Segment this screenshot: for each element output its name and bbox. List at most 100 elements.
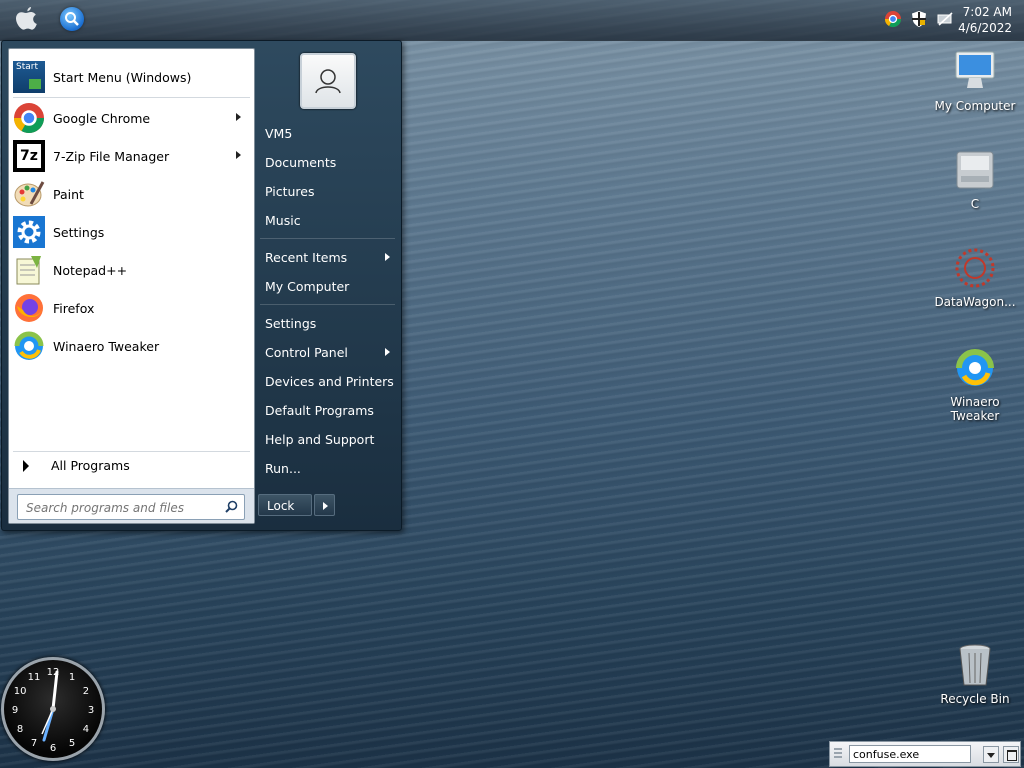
computer-icon <box>955 51 995 88</box>
analog-clock-face: 1110987 6 5432112 <box>12 667 94 754</box>
recycle-bin-icon <box>959 644 991 686</box>
winaero-icon <box>956 349 994 386</box>
menu-item-label: Notepad++ <box>53 262 128 278</box>
start-menu-programs-pane: Start Start Menu (Windows) Google Chrome… <box>8 48 255 524</box>
menu-user-folder[interactable]: VM5 <box>265 126 292 141</box>
all-programs-button[interactable]: All Programs <box>23 458 130 473</box>
menu-item-label: Start Menu (Windows) <box>53 69 192 85</box>
menu-control-panel-label: Control Panel <box>265 345 348 360</box>
menu-item-label: 7-Zip File Manager <box>53 148 170 164</box>
winaero-icon <box>14 331 44 360</box>
menu-my-computer[interactable]: My Computer <box>265 279 349 294</box>
security-shield-icon[interactable] <box>910 10 928 28</box>
search-box[interactable] <box>17 494 245 520</box>
menu-item-label: Winaero Tweaker <box>53 338 160 354</box>
desktop-icon-my-computer[interactable]: My Computer <box>933 50 1017 113</box>
user-avatar[interactable] <box>300 53 356 109</box>
clock-number: 2 <box>83 686 89 697</box>
maximize-icon[interactable] <box>1003 746 1019 763</box>
menu-item-settings[interactable]: Settings <box>13 214 249 250</box>
apple-icon[interactable] <box>13 6 39 34</box>
menu-documents[interactable]: Documents <box>265 155 336 170</box>
menu-run[interactable]: Run... <box>265 461 301 476</box>
menu-item-label: Paint <box>53 186 84 202</box>
clock-text[interactable]: 7:02 AM 4/6/2022 <box>958 4 1012 36</box>
shutdown-options-button[interactable] <box>314 494 335 516</box>
start-menu-icon-text: Start <box>16 62 38 72</box>
menu-help-support[interactable]: Help and Support <box>265 432 374 447</box>
top-menu-bar: 7:02 AM 4/6/2022 <box>0 0 1024 41</box>
user-icon <box>315 69 341 94</box>
chrome-icon <box>13 103 45 134</box>
menu-item-paint[interactable]: Paint <box>13 176 249 212</box>
menu-item-start-menu-windows[interactable]: Start Start Menu (Windows) <box>13 57 249 97</box>
7zip-icon-text: 7z <box>17 144 41 168</box>
network-disconnected-icon[interactable] <box>936 10 954 28</box>
expand-arrow-icon <box>23 459 29 472</box>
gear-icon <box>13 216 45 248</box>
menu-settings[interactable]: Settings <box>265 316 316 331</box>
desktop-icon-winaero-tweaker[interactable]: Winaero Tweaker <box>933 346 1017 423</box>
menu-control-panel[interactable]: Control Panel <box>265 345 390 360</box>
menu-item-google-chrome[interactable]: Google Chrome <box>13 100 249 136</box>
datawagon-icon <box>955 248 995 288</box>
menu-devices-printers[interactable]: Devices and Printers <box>265 374 394 389</box>
clock-number: 9 <box>12 705 18 716</box>
desktop-icon-label: Winaero <box>950 395 1000 409</box>
menu-pictures[interactable]: Pictures <box>265 184 315 199</box>
menu-recent-items-label: Recent Items <box>265 250 348 265</box>
clock-date: 4/6/2022 <box>958 21 1012 35</box>
submenu-arrow-icon <box>236 113 241 121</box>
chrome-tray-icon[interactable] <box>884 10 902 28</box>
clock-number: 10 <box>14 686 27 697</box>
all-programs-label: All Programs <box>51 458 130 473</box>
desktop-icon-datawagon[interactable]: DataWagon... <box>933 246 1017 309</box>
hard-drive-icon <box>956 151 994 189</box>
desktop-icon-c-drive[interactable]: C <box>933 148 1017 211</box>
system-tray <box>884 10 954 28</box>
lock-button[interactable]: Lock <box>258 494 312 516</box>
clock-number: 3 <box>88 705 94 716</box>
clock-gadget[interactable]: 11 10 9 8 7 6 5 4 3 2 1 12 <box>1 657 105 761</box>
clock-number: 6 <box>50 743 56 754</box>
dropdown-arrow-button[interactable] <box>983 746 999 763</box>
search-icon[interactable] <box>60 7 84 31</box>
menu-default-programs[interactable]: Default Programs <box>265 403 374 418</box>
clock-number: 7 <box>31 738 37 749</box>
submenu-arrow-icon <box>385 348 390 356</box>
clock-number: 5 <box>69 738 75 749</box>
menu-item-winaero-tweaker[interactable]: Winaero Tweaker <box>13 328 249 364</box>
clock-number: 11 <box>28 672 41 683</box>
menu-item-firefox[interactable]: Firefox <box>13 290 249 326</box>
clock-number: 1 <box>69 672 75 683</box>
menu-item-label: Google Chrome <box>53 110 151 126</box>
menu-item-notepadpp[interactable]: Notepad++ <box>13 252 249 288</box>
menu-music[interactable]: Music <box>265 213 301 228</box>
desktop-icon-label: Recycle Bin <box>940 692 1010 706</box>
paint-icon <box>14 181 45 207</box>
magnifier-icon[interactable] <box>225 500 238 513</box>
menu-separator <box>260 304 395 305</box>
firefox-icon <box>15 294 43 322</box>
desktop-icon-label: C <box>970 197 980 211</box>
submenu-arrow-icon <box>385 253 390 261</box>
clock-number: 8 <box>17 724 23 735</box>
desktop-icon-label: My Computer <box>934 99 1016 113</box>
desktop-icon-label: Tweaker <box>950 409 1000 423</box>
desktop-icon-recycle-bin[interactable]: Recycle Bin <box>933 643 1017 706</box>
menu-item-label: Firefox <box>53 300 95 316</box>
search-input[interactable] <box>24 497 224 519</box>
desktop-icon-label: DataWagon... <box>934 295 1016 309</box>
clock-time: 7:02 AM <box>962 5 1012 19</box>
toolbar-grip-handle[interactable] <box>834 748 842 760</box>
start-menu-icon: Start <box>13 61 45 93</box>
start-menu: Start Start Menu (Windows) Google Chrome… <box>1 40 402 531</box>
menu-item-7zip[interactable]: 7z 7-Zip File Manager <box>13 138 249 174</box>
menu-recent-items[interactable]: Recent Items <box>265 250 390 265</box>
run-command-input[interactable] <box>849 745 971 763</box>
menu-separator <box>260 238 395 239</box>
menu-item-label: Settings <box>53 224 105 240</box>
clock-number: 4 <box>83 724 89 735</box>
notepadpp-icon <box>16 256 41 285</box>
7zip-icon: 7z <box>13 140 45 172</box>
